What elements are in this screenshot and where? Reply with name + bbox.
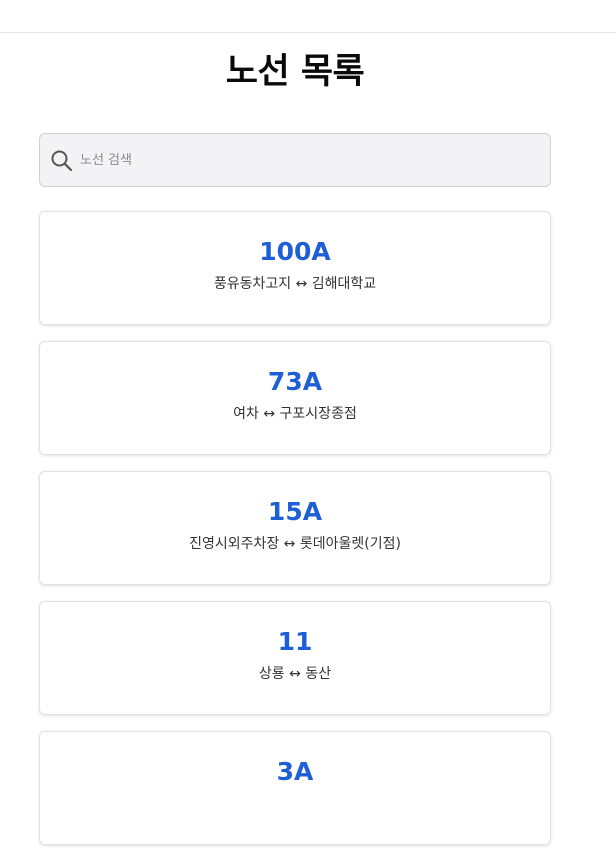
route-card[interactable]: 73A 여차 ↔ 구포시장종점 (39, 341, 551, 455)
search-box[interactable] (39, 133, 551, 187)
search-icon (51, 150, 73, 172)
route-description: 풍유동차고지 ↔ 김해대학교 (213, 276, 377, 292)
route-description: 여차 ↔ 구포시장종점 (233, 406, 357, 422)
route-card[interactable]: 15A 진영시외주차장 ↔ 롯데아울렛(기점) (39, 471, 551, 585)
top-bar (0, 0, 616, 33)
route-description: 진영시외주차장 ↔ 롯데아울렛(기점) (189, 536, 401, 552)
route-number: 100A (259, 237, 331, 266)
search-input[interactable] (80, 134, 540, 186)
route-card[interactable]: 3A (39, 731, 551, 845)
page-title: 노선 목록 (225, 52, 365, 92)
route-list: 100A 풍유동차고지 ↔ 김해대학교 73A 여차 ↔ 구포시장종점 15A … (39, 211, 551, 861)
route-number: 15A (267, 497, 323, 526)
route-card[interactable]: 100A 풍유동차고지 ↔ 김해대학교 (39, 211, 551, 325)
route-card[interactable]: 11 상룡 ↔ 동산 (39, 601, 551, 715)
route-number: 73A (267, 367, 323, 396)
route-number: 11 (277, 627, 313, 656)
route-description: 상룡 ↔ 동산 (258, 666, 332, 682)
